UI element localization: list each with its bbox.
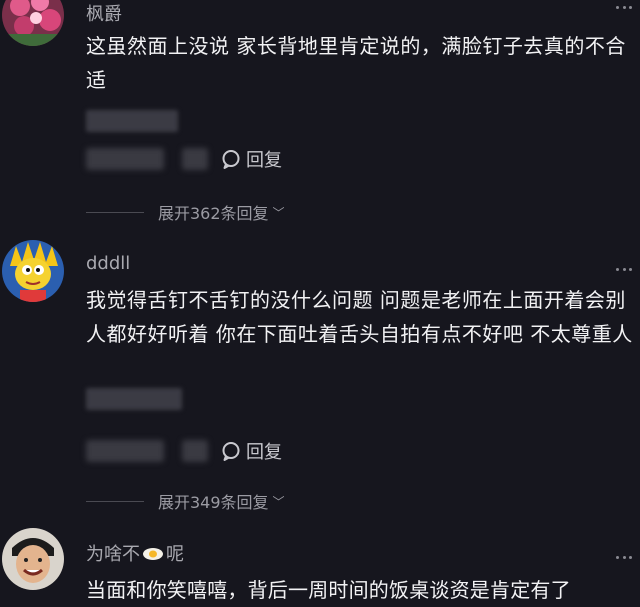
reply-label: 回复 xyxy=(246,150,282,171)
reply-button[interactable]: 回复 xyxy=(220,438,282,464)
reply-label: 回复 xyxy=(246,442,282,463)
username-suffix: 呢 xyxy=(166,544,184,565)
like-count-redacted xyxy=(86,148,164,170)
avatar[interactable] xyxy=(2,240,64,302)
dislike-redacted xyxy=(182,440,208,462)
username[interactable]: 为啥不 呢 xyxy=(86,540,184,566)
divider xyxy=(86,211,144,213)
egg-emoji-icon xyxy=(142,545,164,561)
comment-text: 当面和你笑嘻嘻，背后一周时间的饭桌谈资是肯定有了 xyxy=(86,578,571,602)
expand-replies[interactable]: 展开349条回复 ﹀ xyxy=(86,488,285,514)
expand-label: 展开362条回复 xyxy=(158,204,269,223)
reply-icon xyxy=(222,150,240,169)
divider xyxy=(86,500,144,502)
redacted-image xyxy=(86,110,178,132)
more-icon[interactable] xyxy=(616,6,632,10)
more-icon[interactable] xyxy=(616,268,632,272)
expand-label: 展开349条回复 xyxy=(158,493,269,512)
reply-icon xyxy=(222,442,240,461)
like-count-redacted xyxy=(86,440,164,462)
username[interactable]: dddll xyxy=(86,253,130,274)
more-icon[interactable] xyxy=(616,556,632,560)
reply-button[interactable]: 回复 xyxy=(220,146,282,172)
dislike-redacted xyxy=(182,148,208,170)
avatar[interactable] xyxy=(2,0,64,46)
chevron-down-icon: ﹀ xyxy=(272,205,285,220)
comment-text: 我觉得舌钉不舌钉的没什么问题 问题是老师在上面开着会别人都好好听着 你在下面吐着… xyxy=(86,288,633,346)
comment-actions: 回复 xyxy=(86,437,282,465)
username[interactable]: 枫爵 xyxy=(86,0,122,26)
avatar[interactable] xyxy=(2,528,64,590)
comment-actions: 回复 xyxy=(86,145,282,173)
chevron-down-icon: ﹀ xyxy=(272,494,285,509)
expand-replies[interactable]: 展开362条回复 ﹀ xyxy=(86,199,285,225)
username-prefix: 为啥不 xyxy=(86,544,140,565)
comment-text: 这虽然面上没说 家长背地里肯定说的，满脸钉子去真的不合适 xyxy=(86,34,626,92)
redacted-image xyxy=(86,388,182,410)
